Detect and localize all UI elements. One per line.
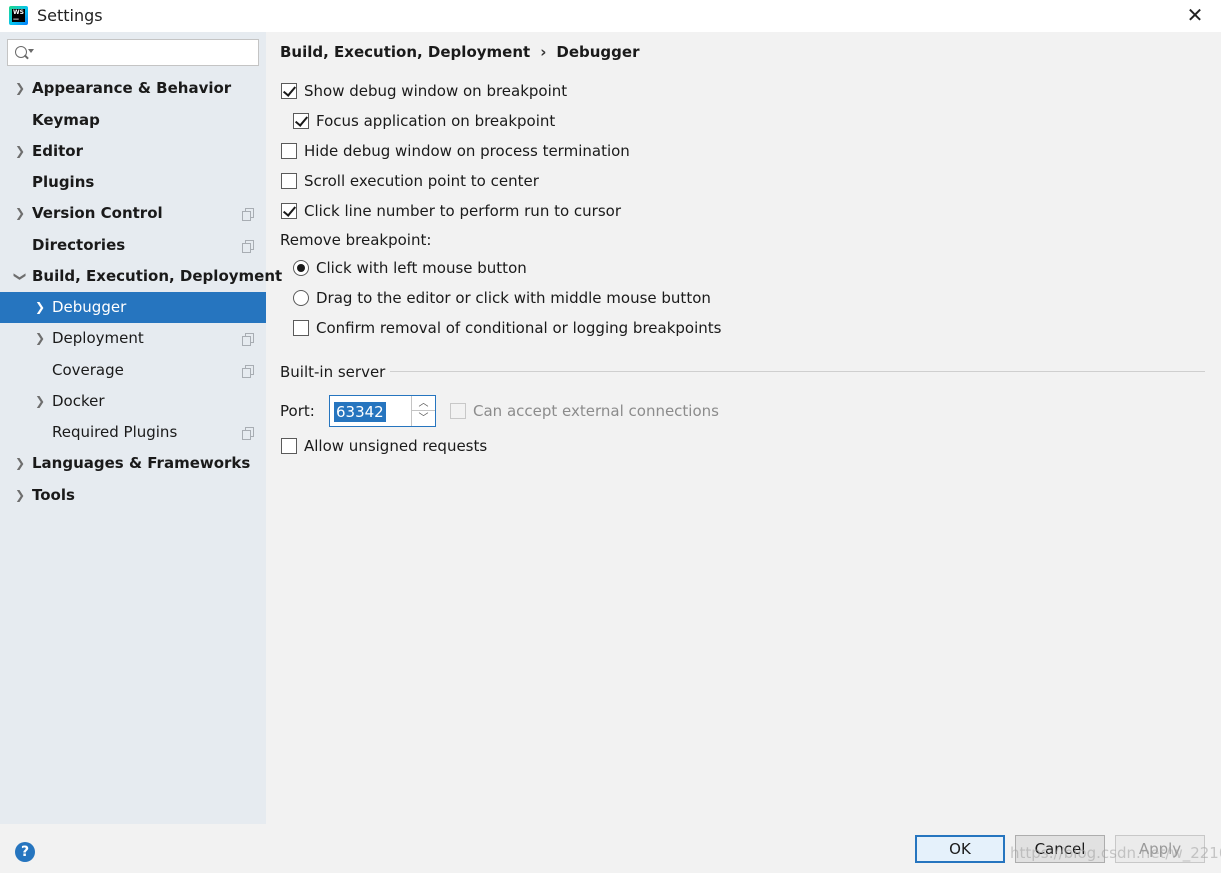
spinner-buttons: ︿ ﹀ [411, 396, 435, 426]
sidebar-item-required-plugins[interactable]: Required Plugins [0, 417, 266, 448]
chevron-right-icon[interactable]: ❯ [13, 73, 27, 104]
sidebar-item-docker[interactable]: ❯ Docker [0, 386, 266, 417]
section-divider [390, 371, 1205, 372]
drag-editor-radio[interactable] [293, 290, 309, 306]
watermark: https://blog.csdn.net/w_22101 [1010, 844, 1221, 862]
sidebar-item-editor[interactable]: ❯ Editor [0, 136, 266, 167]
show-debug-window-checkbox[interactable] [281, 83, 297, 99]
help-icon[interactable]: ? [15, 842, 35, 862]
scroll-execution-checkbox[interactable] [281, 173, 297, 189]
sidebar-item-languages-frameworks[interactable]: ❯ Languages & Frameworks [0, 448, 266, 479]
confirm-removal-checkbox[interactable] [293, 320, 309, 336]
chevron-right-icon[interactable]: ❯ [33, 292, 47, 323]
chevron-right-icon[interactable]: ❯ [33, 386, 47, 417]
spinner-down-icon[interactable]: ﹀ [412, 411, 435, 426]
project-settings-icon [242, 427, 254, 440]
chevron-right-icon[interactable]: ❯ [13, 480, 27, 511]
search-icon[interactable] [14, 44, 40, 62]
sidebar-item-debugger[interactable]: ❯ Debugger [0, 292, 266, 323]
builtin-server-heading: Built-in server [280, 363, 386, 381]
close-icon[interactable]: ✕ [1183, 4, 1207, 28]
window-title: Settings [37, 6, 103, 25]
breadcrumb-separator: › [540, 43, 547, 61]
project-settings-icon [242, 240, 254, 253]
breadcrumb-parent[interactable]: Build, Execution, Deployment [280, 43, 530, 61]
dialog-footer: ? OK Cancel Apply https://blog.csdn.net/… [0, 824, 1221, 873]
sidebar-item-version-control[interactable]: ❯ Version Control [0, 198, 266, 229]
breadcrumb-current: Debugger [556, 43, 640, 61]
settings-search[interactable] [7, 39, 259, 66]
project-settings-icon [242, 365, 254, 378]
chevron-right-icon[interactable]: ❯ [33, 323, 47, 354]
project-settings-icon [242, 333, 254, 346]
click-line-number-checkbox[interactable] [281, 203, 297, 219]
search-input[interactable] [42, 42, 252, 63]
sidebar-item-tools[interactable]: ❯ Tools [0, 480, 266, 511]
sidebar-item-directories[interactable]: Directories [0, 230, 266, 261]
accept-external-checkbox[interactable] [450, 403, 466, 419]
focus-application-checkbox[interactable] [293, 113, 309, 129]
click-left-radio[interactable] [293, 260, 309, 276]
chevron-right-icon[interactable]: ❯ [13, 448, 27, 479]
title-bar: WS — Settings ✕ [0, 0, 1221, 32]
breadcrumb: Build, Execution, Deployment › Debugger [280, 43, 639, 61]
settings-content: Build, Execution, Deployment › Debugger Sh… [266, 32, 1221, 824]
chevron-right-icon[interactable]: ❯ [13, 198, 27, 229]
remove-breakpoint-heading: Remove breakpoint: [280, 231, 432, 249]
sidebar-item-coverage[interactable]: Coverage [0, 355, 266, 386]
sidebar-item-appearance-behavior[interactable]: ❯ Appearance & Behavior [0, 73, 266, 104]
settings-sidebar: ❯ Appearance & Behavior Keymap ❯ Editor … [0, 32, 283, 824]
chevron-down-icon[interactable] [28, 49, 34, 53]
sidebar-item-deployment[interactable]: ❯ Deployment [0, 323, 266, 354]
hide-debug-window-checkbox[interactable] [281, 143, 297, 159]
chevron-right-icon[interactable]: ❯ [13, 136, 27, 167]
port-input[interactable]: 63342 [334, 402, 386, 422]
sidebar-item-plugins[interactable]: Plugins [0, 167, 266, 198]
spinner-up-icon[interactable]: ︿ [412, 396, 435, 411]
chevron-down-icon[interactable]: ❯ [5, 270, 36, 284]
port-spinner[interactable]: 63342 ︿ ﹀ [329, 395, 436, 427]
project-settings-icon [242, 208, 254, 221]
sidebar-item-keymap[interactable]: Keymap [0, 105, 266, 136]
port-label: Port: [280, 402, 315, 420]
ok-button[interactable]: OK [915, 835, 1005, 863]
allow-unsigned-checkbox[interactable] [281, 438, 297, 454]
webstorm-logo-icon: WS — [9, 6, 28, 25]
sidebar-item-build-execution-deployment[interactable]: ❯ Build, Execution, Deployment [0, 261, 283, 292]
